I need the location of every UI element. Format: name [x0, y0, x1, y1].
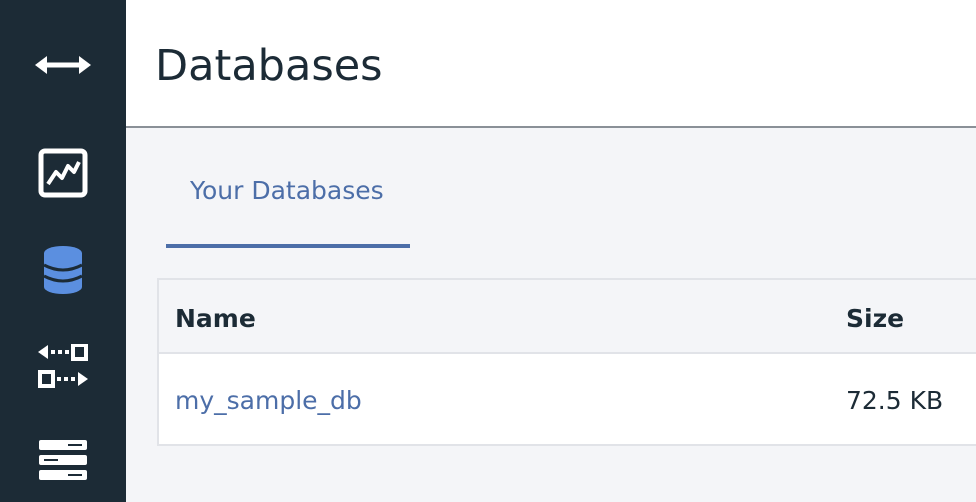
- sidebar: [0, 0, 126, 502]
- activity-chart-icon: [38, 148, 88, 198]
- sidebar-item-servers[interactable]: [0, 430, 126, 490]
- databases-table: Name Size my_sample_db 72.5 KB: [157, 278, 976, 446]
- column-header-size[interactable]: Size: [846, 304, 904, 333]
- column-header-name[interactable]: Name: [175, 304, 256, 333]
- sidebar-item-collapse[interactable]: [0, 35, 126, 95]
- main-content: Your Databases Name Size my_sample_db 72…: [126, 128, 976, 502]
- database-icon: [43, 245, 83, 295]
- table-row: my_sample_db 72.5 KB: [159, 354, 976, 444]
- sidebar-item-monitoring[interactable]: [0, 143, 126, 203]
- expand-arrows-icon: [35, 53, 91, 77]
- database-name-link[interactable]: my_sample_db: [175, 386, 362, 415]
- tab-your-databases[interactable]: Your Databases: [166, 128, 410, 248]
- replication-icon: [38, 344, 88, 388]
- sidebar-item-replication[interactable]: [0, 336, 126, 396]
- sidebar-item-databases[interactable]: [0, 240, 126, 300]
- page-header: Databases: [126, 0, 976, 128]
- table-header: Name Size: [159, 280, 976, 354]
- page-title: Databases: [155, 41, 383, 91]
- tab-label: Your Databases: [190, 176, 384, 205]
- database-size: 72.5 KB: [846, 386, 944, 415]
- server-stack-icon: [38, 439, 88, 481]
- app-window: Databases Your Databases Name Size my_sa…: [0, 0, 976, 502]
